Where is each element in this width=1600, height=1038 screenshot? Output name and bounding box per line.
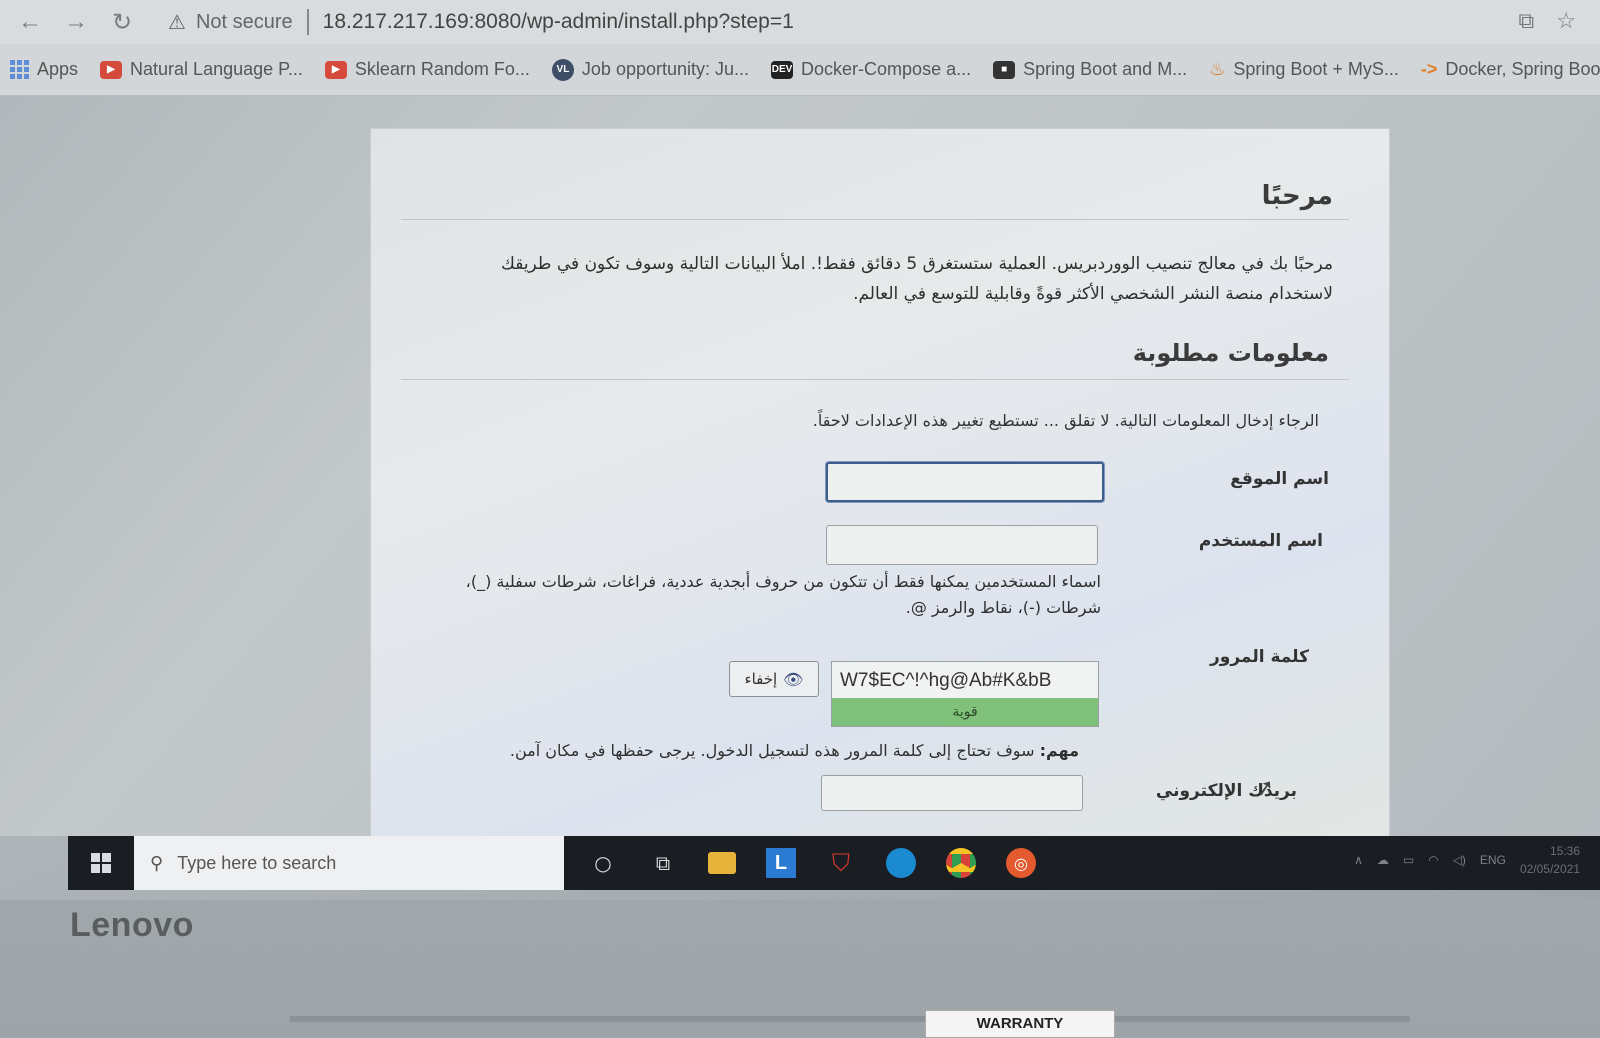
bookmark-natural-language[interactable]: ▶ Natural Language P... xyxy=(100,59,303,80)
username-label: اسم المستخدم xyxy=(1198,531,1323,551)
clock-time: 15:36 xyxy=(1549,844,1580,858)
clock[interactable]: 15:36 02/05/2021 xyxy=(1520,842,1580,878)
bookmark-sklearn[interactable]: ▶ Sklearn Random Fo... xyxy=(324,59,530,80)
ubuntu-icon[interactable]: ◎ xyxy=(1006,848,1036,878)
password-input[interactable]: W7$EC^!^hg@Ab#K&bB xyxy=(840,670,1051,692)
start-button[interactable] xyxy=(68,836,134,890)
battery-icon[interactable]: ▭ xyxy=(1403,853,1414,867)
url-field[interactable]: 18.217.217.169:8080/wp-admin/install.php… xyxy=(323,10,794,34)
laptop-base xyxy=(290,1016,1410,1022)
pinned-apps: ○ ⧉ L ⛉ ◎ xyxy=(588,848,1036,878)
translate-icon[interactable]: ⧉ xyxy=(1519,8,1535,34)
install-card: مرحبًا مرحبًا بك في معالج تنصيب الووردبر… xyxy=(370,128,1390,848)
bookmark-label: Job opportunity: Ju... xyxy=(581,59,750,79)
clock-date: 02/05/2021 xyxy=(1519,862,1580,876)
search-placeholder: Type here to search xyxy=(177,852,337,873)
bookmark-apps[interactable]: Apps xyxy=(10,59,78,80)
browser-address-bar: ← → ↻ ⚠ Not secure 18.217.217.169:8080/w… xyxy=(0,0,1600,44)
site-name-input[interactable] xyxy=(826,462,1104,502)
username-input[interactable] xyxy=(826,525,1098,565)
warranty-sticker: WARRANTY PROTECTION xyxy=(925,1010,1115,1038)
warning-triangle-icon: ⚠ xyxy=(168,11,186,34)
cortana-icon[interactable]: ○ xyxy=(588,848,618,878)
hide-password-button[interactable]: 👁 إخفاء xyxy=(729,661,819,697)
bookmark-label: Spring Boot + MyS... xyxy=(1233,59,1399,79)
bookmarks-bar: Apps ▶ Natural Language P... ▶ Sklearn R… xyxy=(0,44,1600,96)
settings-note: الرجاء إدخال المعلومات التالية. لا تقلق … xyxy=(812,411,1319,430)
page-content: مرحبًا مرحبًا بك في معالج تنصيب الووردبر… xyxy=(0,96,1600,848)
bookmark-label: Spring Boot and M... xyxy=(1023,59,1188,79)
bookmark-job-opportunity[interactable]: VL Job opportunity: Ju... xyxy=(551,58,750,81)
important-label: مهم: xyxy=(1039,741,1079,760)
bookmark-spring-boot-m[interactable]: ■ Spring Boot and M... xyxy=(993,59,1187,80)
youtube-icon: ▶ xyxy=(100,60,123,79)
arrow-icon: -> xyxy=(1420,59,1438,79)
password-field[interactable]: W7$EC^!^hg@Ab#K&bB قوية xyxy=(831,661,1099,727)
intro-text: مرحبًا بك في معالج تنصيب الووردبريس. الع… xyxy=(500,254,1333,304)
volume-icon[interactable]: ◁) xyxy=(1453,853,1466,867)
bookmark-label: Apps xyxy=(37,59,79,79)
address-actions: ⧉ ☆ xyxy=(1519,8,1576,34)
vl-badge-icon: VL xyxy=(551,58,574,81)
password-label: كلمة المرور xyxy=(1210,647,1309,667)
edge-icon[interactable] xyxy=(886,848,916,878)
file-explorer-icon[interactable] xyxy=(708,852,736,874)
laptop-screen: ← → ↻ ⚠ Not secure 18.217.217.169:8080/w… xyxy=(0,0,1600,900)
bookmark-star-icon[interactable]: ☆ xyxy=(1556,8,1576,34)
bookmark-spring-boot-mysql[interactable]: ♨ Spring Boot + MyS... xyxy=(1209,59,1399,80)
windows-logo-icon xyxy=(91,853,111,873)
wifi-icon[interactable]: ◠ xyxy=(1428,853,1438,867)
page-title: مرحبًا xyxy=(1261,181,1333,211)
search-icon: ⚲ xyxy=(150,852,164,873)
mcafee-icon[interactable]: ⛉ xyxy=(826,848,856,878)
reload-icon[interactable]: ↻ xyxy=(106,8,138,37)
bookmark-docker-spring[interactable]: -> Docker, Spring Boo... xyxy=(1421,59,1600,80)
hide-button-label: إخفاء xyxy=(744,670,778,688)
divider xyxy=(306,9,309,35)
taskbar-search[interactable]: ⚲ Type here to search xyxy=(134,836,564,890)
back-arrow-icon[interactable]: ← xyxy=(14,8,46,36)
site-name-label: اسم الموقع xyxy=(1230,469,1329,489)
password-strength-indicator: قوية xyxy=(832,698,1098,726)
bookmark-label: Docker-Compose a... xyxy=(801,59,972,79)
youtube-icon: ▶ xyxy=(324,60,347,79)
divider xyxy=(401,379,1349,380)
laptop-brand-logo: Lenovo xyxy=(70,906,194,944)
dev-badge-icon: DEV xyxy=(771,60,794,79)
cloud-icon[interactable]: ☁ xyxy=(1377,853,1389,867)
task-view-icon[interactable]: ⧉ xyxy=(648,848,678,878)
password-warning: مهم: سوف تحتاج إلى كلمة المرور هذه لتسجي… xyxy=(510,741,1079,760)
language-indicator[interactable]: ENG xyxy=(1480,853,1506,867)
chevron-up-icon[interactable]: ∧ xyxy=(1354,853,1363,867)
windows-taskbar: ⚲ Type here to search ○ ⧉ L ⛉ ◎ ∧ ☁ ▭ ◠ … xyxy=(68,836,1600,890)
username-help: اسماء المستخدمين يمكنها فقط أن تتكون من … xyxy=(465,572,1101,617)
video-camera-icon: ■ xyxy=(993,60,1016,79)
bookmark-label: Sklearn Random Fo... xyxy=(354,59,530,79)
java-icon: ♨ xyxy=(1209,59,1226,79)
bookmark-label: Natural Language P... xyxy=(130,59,303,79)
important-text: سوف تحتاج إلى كلمة المرور هذه لتسجيل الد… xyxy=(509,741,1035,760)
forward-arrow-icon[interactable]: → xyxy=(60,8,92,36)
l-app-icon[interactable]: L xyxy=(766,848,796,878)
bookmark-label: Docker, Spring Boo... xyxy=(1445,59,1600,79)
email-input[interactable] xyxy=(821,775,1083,811)
section-title: معلومات مطلوبة xyxy=(1132,339,1329,367)
security-status[interactable]: Not secure xyxy=(196,11,293,34)
eye-slash-icon: 👁 xyxy=(783,669,804,689)
chrome-icon[interactable] xyxy=(946,848,976,878)
system-tray: ∧ ☁ ▭ ◠ ◁) ENG 15:36 02/05/2021 xyxy=(1354,842,1580,878)
divider xyxy=(401,219,1349,220)
bookmark-docker-compose[interactable]: DEV Docker-Compose a... xyxy=(771,59,971,80)
apps-grid-icon xyxy=(10,60,29,79)
